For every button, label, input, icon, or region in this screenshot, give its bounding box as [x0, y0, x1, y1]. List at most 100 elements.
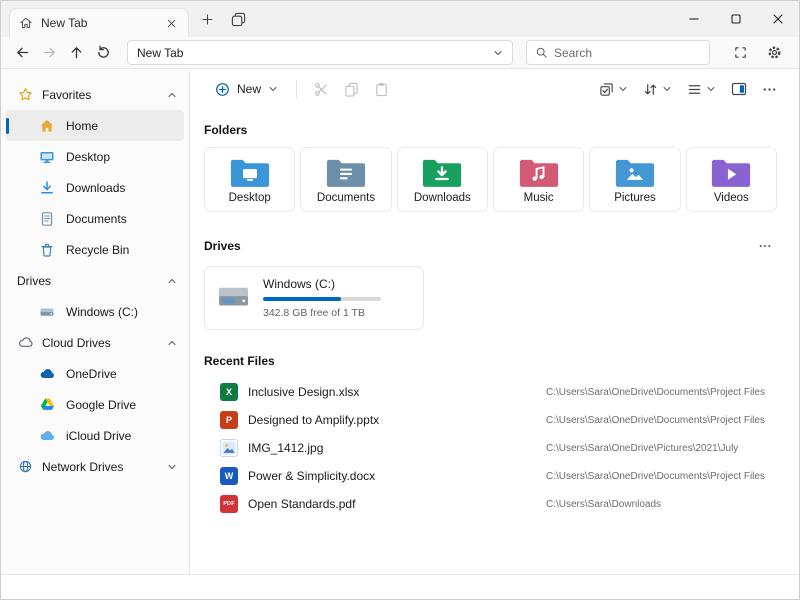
file-row[interactable]: W Power & Simplicity.docx C:\Users\Sara\… [204, 462, 777, 490]
window-controls [673, 1, 799, 37]
sidebar-item-desktop[interactable]: Desktop [6, 141, 184, 172]
more-options-icon[interactable] [756, 78, 783, 101]
hard-drive-icon [217, 283, 251, 313]
select-icon [599, 82, 614, 97]
file-path: C:\Users\Sara\OneDrive\Documents\Project… [546, 471, 765, 482]
paste-icon[interactable] [366, 75, 396, 103]
back-icon[interactable] [9, 40, 36, 66]
details-pane-button[interactable] [725, 77, 753, 101]
folder-tile-downloads[interactable]: Downloads [397, 147, 488, 212]
sidebar-group-drives[interactable]: Drives [1, 265, 189, 296]
drive-usage-bar [263, 297, 381, 301]
sidebar-group-label: Cloud Drives [42, 336, 111, 350]
folder-tile-documents[interactable]: Documents [300, 147, 391, 212]
address-dropdown-icon[interactable] [493, 48, 503, 58]
google-drive-icon [39, 397, 55, 413]
tab-new-tab[interactable]: New Tab [9, 8, 189, 37]
recent-files-list: X Inclusive Design.xlsx C:\Users\Sara\On… [204, 378, 777, 518]
music-folder-icon [518, 156, 560, 189]
sidebar-group-favorites[interactable]: Favorites [1, 79, 189, 110]
select-button[interactable] [593, 78, 634, 101]
sidebar-item-icloud-drive[interactable]: iCloud Drive [6, 420, 184, 451]
sidebar-item-label: OneDrive [66, 367, 117, 381]
file-row[interactable]: X Inclusive Design.xlsx C:\Users\Sara\On… [204, 378, 777, 406]
drive-name: Windows (C:) [263, 277, 411, 291]
file-row[interactable]: P Designed to Amplify.pptx C:\Users\Sara… [204, 406, 777, 434]
settings-gear-icon[interactable] [761, 40, 787, 66]
focus-session-icon[interactable] [727, 40, 753, 66]
folder-tile-videos[interactable]: Videos [686, 147, 777, 212]
sidebar-item-label: Downloads [66, 181, 125, 195]
copy-icon[interactable] [336, 75, 366, 103]
folder-tile-label: Desktop [229, 192, 271, 204]
sort-button[interactable] [637, 78, 678, 101]
file-name: Designed to Amplify.pptx [248, 413, 536, 427]
sidebar-group-cloud-drives[interactable]: Cloud Drives [1, 327, 189, 358]
forward-icon[interactable] [36, 40, 63, 66]
sidebar-item-windows-c[interactable]: Windows (C:) [6, 296, 184, 327]
folder-tile-label: Videos [714, 192, 749, 204]
file-path: C:\Users\Sara\Downloads [546, 499, 661, 510]
folder-tile-label: Pictures [614, 192, 656, 204]
new-button[interactable]: New [206, 77, 287, 102]
home-content: Folders Desktop Docum [190, 109, 799, 574]
chevron-up-icon[interactable] [167, 338, 177, 348]
close-button[interactable] [757, 1, 799, 37]
chevron-down-icon [618, 84, 628, 94]
sidebar-item-label: Desktop [66, 150, 110, 164]
divider [296, 80, 297, 98]
folder-tile-music[interactable]: Music [493, 147, 584, 212]
folder-tile-desktop[interactable]: Desktop [204, 147, 295, 212]
new-tab-button[interactable] [194, 6, 220, 32]
sidebar-item-onedrive[interactable]: OneDrive [6, 358, 184, 389]
tab-list-icon[interactable] [225, 6, 251, 32]
folder-tiles: Desktop Documents Do [204, 147, 777, 212]
folder-tile-label: Music [524, 192, 554, 204]
address-input[interactable] [137, 46, 487, 60]
search-input[interactable] [554, 46, 701, 60]
downloads-folder-icon [421, 156, 463, 189]
sidebar-item-recycle-bin[interactable]: Recycle Bin [6, 234, 184, 265]
onedrive-icon [39, 366, 55, 382]
file-icon-letter: P [226, 415, 232, 425]
drive-card-windows-c[interactable]: Windows (C:) 342.8 GB free of 1 TB [204, 266, 424, 330]
up-icon[interactable] [63, 40, 90, 66]
chevron-up-icon[interactable] [167, 276, 177, 286]
sidebar-item-downloads[interactable]: Downloads [6, 172, 184, 203]
minimize-button[interactable] [673, 1, 715, 37]
new-button-label: New [237, 82, 261, 96]
sidebar-item-google-drive[interactable]: Google Drive [6, 389, 184, 420]
search-box[interactable] [526, 40, 710, 65]
chevron-down-icon[interactable] [167, 462, 177, 472]
sidebar-item-home[interactable]: Home [6, 110, 184, 141]
folder-tile-pictures[interactable]: Pictures [589, 147, 680, 212]
recycle-bin-icon [39, 242, 55, 258]
excel-file-icon: X [220, 383, 238, 401]
cut-icon[interactable] [306, 75, 336, 103]
drive-usage-fill [263, 297, 341, 301]
sidebar-item-documents[interactable]: Documents [6, 203, 184, 234]
documents-icon [39, 211, 55, 227]
file-row[interactable]: PDF Open Standards.pdf C:\Users\Sara\Dow… [204, 490, 777, 518]
sidebar-group-label: Network Drives [42, 460, 123, 474]
folders-heading: Folders [204, 123, 777, 137]
drives-heading: Drives [204, 239, 241, 253]
file-row[interactable]: IMG_1412.jpg C:\Users\Sara\OneDrive\Pict… [204, 434, 777, 462]
cloud-icon [17, 335, 33, 351]
view-button[interactable] [681, 78, 722, 101]
pdf-file-icon: PDF [220, 495, 238, 513]
downloads-icon [39, 180, 55, 196]
file-name: Inclusive Design.xlsx [248, 385, 536, 399]
chevron-up-icon[interactable] [167, 90, 177, 100]
chevron-down-icon [706, 84, 716, 94]
drives-more-icon[interactable] [753, 236, 777, 256]
chevron-down-icon [662, 84, 672, 94]
sidebar-item-label: iCloud Drive [66, 429, 131, 443]
star-icon [17, 87, 33, 103]
address-bar[interactable] [127, 40, 513, 65]
refresh-icon[interactable] [90, 40, 117, 66]
tab-close-icon[interactable] [162, 14, 180, 32]
sidebar-group-network-drives[interactable]: Network Drives [1, 451, 189, 482]
home-tab-icon [18, 15, 34, 31]
maximize-button[interactable] [715, 1, 757, 37]
